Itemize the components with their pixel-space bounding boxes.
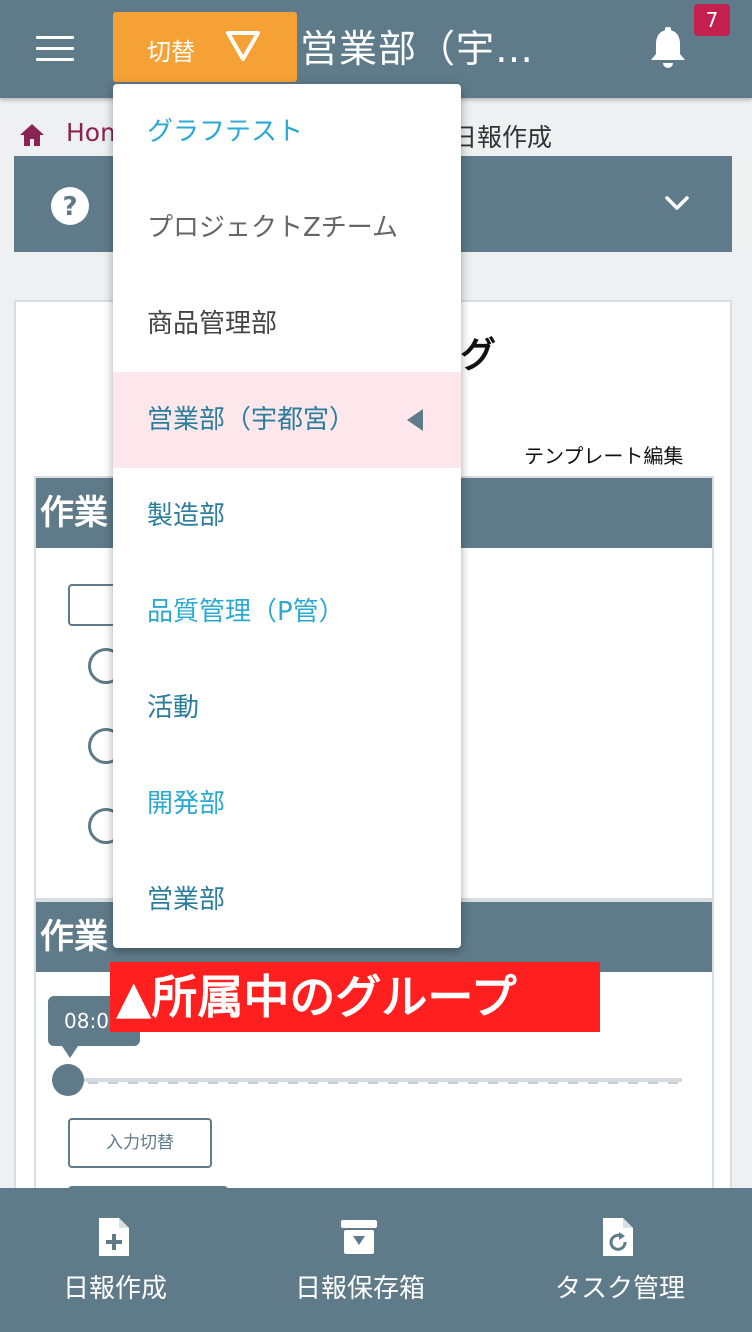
card-title: グ [460, 335, 497, 376]
template-edit-link[interactable]: テンプレート編集 [524, 440, 683, 469]
help-icon[interactable]: ? [50, 186, 90, 226]
nav-task-management[interactable]: タスク管理 [495, 1188, 745, 1332]
group-item-label: 製造部 [147, 501, 226, 531]
group-switch-label: 切替 [147, 38, 195, 66]
group-item-label: プロジェクトZチーム [147, 213, 399, 243]
selected-marker-icon [407, 409, 423, 431]
group-item-sales[interactable]: 営業部 [113, 852, 461, 948]
nav-label: タスク管理 [554, 1274, 685, 1304]
file-plus-icon [99, 1218, 129, 1256]
group-item-label: 品質管理（P管） [147, 597, 345, 627]
group-item-label: 開発部 [147, 789, 226, 819]
bottom-nav: 日報作成 日報保存箱 タスク管理 [0, 1188, 752, 1332]
svg-text:?: ? [62, 192, 77, 222]
group-item-sales-utsunomiya[interactable]: 営業部（宇都宮） [113, 372, 461, 468]
nav-daily-report-create[interactable]: 日報作成 [0, 1188, 250, 1332]
group-item-label: 営業部（宇都宮） [147, 405, 356, 435]
group-item-label: 営業部 [147, 885, 226, 915]
bell-icon[interactable] [648, 26, 688, 70]
breadcrumb-current: 日報作成 [452, 123, 553, 152]
nav-daily-report-archive[interactable]: 日報保存箱 [235, 1188, 485, 1332]
group-item-project-z[interactable]: プロジェクトZチーム [113, 180, 461, 276]
page-title: 営業部（宇… [300, 27, 535, 71]
group-item-graph-test[interactable]: グラフテスト [113, 84, 461, 180]
archive-icon [341, 1220, 377, 1254]
group-item-label: 商品管理部 [147, 309, 278, 339]
group-item-label: 活動 [147, 693, 200, 723]
group-item-activity[interactable]: 活動 [113, 660, 461, 756]
nav-label: 日報保存箱 [294, 1274, 425, 1304]
time-slider-track[interactable] [68, 1078, 682, 1084]
triangle-down-icon [226, 31, 260, 61]
group-switch-button[interactable]: 切替 [113, 12, 297, 82]
group-item-development[interactable]: 開発部 [113, 756, 461, 852]
group-item-manufacturing[interactable]: 製造部 [113, 468, 461, 564]
nav-label: 日報作成 [62, 1274, 167, 1304]
chevron-down-icon[interactable] [664, 194, 690, 212]
group-item-label: グラフテスト [147, 117, 304, 147]
group-item-quality[interactable]: 品質管理（P管） [113, 564, 461, 660]
home-icon[interactable] [18, 122, 46, 148]
menu-icon[interactable] [36, 36, 74, 62]
file-refresh-icon [603, 1218, 633, 1256]
group-dropdown-menu: グラフテスト プロジェクトZチーム 商品管理部 営業部（宇都宮） 製造部 品質管… [113, 84, 461, 948]
group-item-product-mgmt[interactable]: 商品管理部 [113, 276, 461, 372]
notification-badge[interactable]: 7 [694, 4, 730, 36]
time-slider-thumb[interactable] [52, 1064, 84, 1096]
input-switch-button[interactable]: 入力切替 [68, 1118, 212, 1168]
annotation-banner: ▲所属中のグループ [110, 962, 600, 1032]
